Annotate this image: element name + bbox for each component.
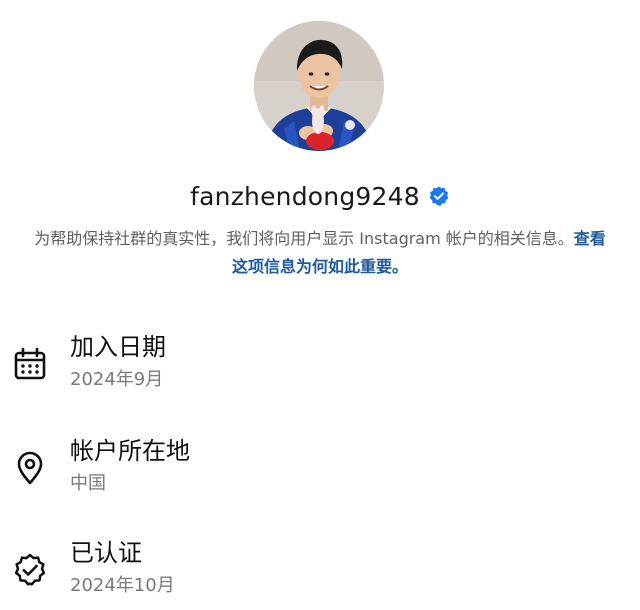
verified-seal-icon (12, 552, 48, 588)
profile-avatar (254, 21, 384, 151)
detail-verified: 已认证 2024年10月 (0, 536, 640, 606)
detail-value: 2024年10月 (70, 575, 175, 596)
username: fanzhendong9248 (190, 181, 420, 211)
calendar-icon (12, 346, 48, 382)
info-paragraph: 为帮助保持社群的真实性，我们将向用户显示 Instagram 帐户的相关信息。查… (34, 225, 606, 281)
detail-account-location: 帐户所在地 中国 (0, 434, 640, 504)
detail-title: 加入日期 (70, 333, 166, 361)
detail-join-date: 加入日期 2024年9月 (0, 330, 640, 400)
detail-title: 帐户所在地 (70, 437, 190, 465)
profile-photo-icon (254, 21, 384, 151)
location-pin-icon (12, 450, 48, 486)
detail-title: 已认证 (70, 539, 142, 567)
detail-value: 2024年9月 (70, 369, 164, 390)
verified-badge-icon (428, 185, 450, 207)
detail-value: 中国 (70, 473, 106, 494)
profile-name-row: fanzhendong9248 (0, 176, 640, 216)
info-text: 为帮助保持社群的真实性，我们将向用户显示 Instagram 帐户的相关信息。 (34, 229, 574, 248)
